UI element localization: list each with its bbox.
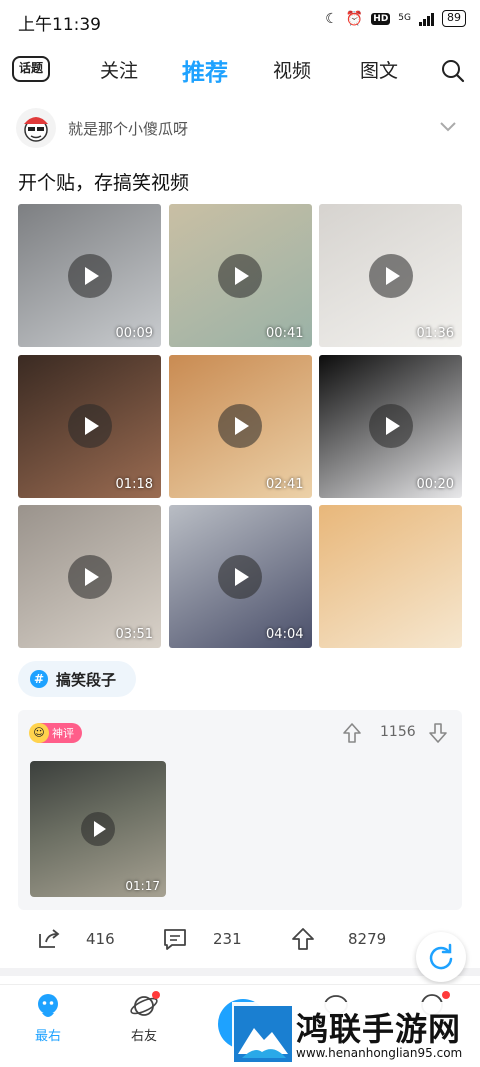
share-count: 416 [86,930,115,948]
smile-icon: ☺ [29,723,49,743]
play-icon[interactable] [218,253,262,298]
refresh-icon [429,943,453,970]
tab-follow[interactable]: 关注 [100,56,138,83]
play-icon[interactable] [67,554,112,599]
status-icons: ☾ ⏰ HD 5G 89 [325,10,466,27]
media-tile[interactable]: 01:18 [18,354,161,498]
media-tile[interactable]: 04:04 [168,505,312,648]
comment-video[interactable]: 01:17 [30,761,166,897]
post-header: 就是那个小傻瓜呀 [0,104,480,154]
media-tile[interactable]: 00:20 [319,354,462,498]
status-bar: 上午11:39 ☾ ⏰ HD 5G 89 [0,0,480,42]
god-comment-badge: ☺ 神评 [29,723,82,743]
media-tile[interactable]: 02:41 [168,354,312,498]
media-duration: 01:18 [115,476,153,492]
media-thumbnail [319,505,462,648]
bottom-tab-home[interactable]: 最右 [18,991,78,1051]
upvote-icon[interactable] [290,926,316,952]
play-icon[interactable] [218,404,262,448]
play-icon[interactable] [368,404,413,448]
home-mascot-icon [38,994,58,1017]
media-duration: 01:36 [416,326,454,341]
video-duration: 01:17 [125,879,160,893]
post-title[interactable]: 开个贴，存搞笑视频 [18,168,189,195]
media-duration: 03:51 [115,627,153,642]
tag-chip[interactable]: # 搞笑段子 [18,661,136,697]
comment-card[interactable]: ☺ 神评 1156 01:17 [18,710,462,910]
media-duration: 00:20 [416,476,454,492]
play-icon[interactable] [67,404,112,448]
bottom-tab-friends[interactable]: 右友 [114,991,174,1051]
search-icon[interactable] [440,58,466,84]
username[interactable]: 就是那个小傻瓜呀 [68,118,188,139]
media-grid: 00:09 00:41 01:36 01:18 02:41 00:20 03:51 04:04 [18,204,462,648]
topic-icon[interactable]: 话题 [12,56,50,82]
feed-divider [0,968,480,976]
tab-recommend[interactable]: 推荐 [182,53,228,87]
play-icon[interactable] [368,253,413,298]
watermark-title: 鸿联手游网 [296,1010,462,1048]
avatar[interactable] [16,108,56,148]
action-row: 416 231 8279 [0,918,480,962]
media-tile[interactable] [319,505,462,648]
media-tile[interactable]: 01:36 [319,204,462,347]
refresh-button[interactable] [416,932,466,982]
bottom-tab-home-label: 最右 [34,1029,61,1044]
signal-icon [419,12,434,26]
watermark-url: www.henanhonglian95.com [296,1046,463,1060]
hashtag-icon: # [30,670,48,688]
comment-icon[interactable] [162,926,188,952]
notification-dot [442,991,450,999]
play-icon[interactable] [67,253,112,298]
notification-dot [152,991,160,999]
downvote-icon[interactable] [428,722,448,744]
top-nav: 话题 关注 推荐 视频 图文 [0,46,480,94]
media-duration: 02:41 [266,476,304,492]
network-label: 5G [398,13,411,23]
status-time: 上午11:39 [18,15,101,35]
hd-badge: HD [371,12,391,25]
badge-label: 神评 [52,727,74,740]
battery-icon: 89 [442,10,466,27]
play-icon[interactable] [218,554,262,599]
share-icon[interactable] [36,926,62,952]
media-duration: 04:04 [266,627,304,642]
media-duration: 00:41 [266,326,304,341]
comment-count: 231 [213,930,242,948]
like-count: 8279 [348,930,387,948]
vote-count: 1156 [380,724,416,740]
media-tile[interactable]: 00:41 [168,204,312,347]
tag-label: 搞笑段子 [56,670,117,689]
media-tile[interactable]: 00:09 [18,204,161,347]
watermark: 鸿联手游网 www.henanhonglian95.com [232,1002,476,1064]
tab-video[interactable]: 视频 [273,56,311,83]
media-duration: 00:09 [115,326,153,341]
moon-icon: ☾ [325,10,338,27]
chevron-down-icon[interactable] [438,118,458,134]
avatar-icon [24,117,48,142]
upvote-icon[interactable] [342,722,362,744]
alarm-icon: ⏰ [345,10,364,27]
bottom-tab-friends-label: 右友 [130,1029,157,1044]
play-icon[interactable] [81,812,115,846]
watermark-logo [234,1006,292,1062]
media-tile[interactable]: 03:51 [18,505,161,648]
tab-image-text[interactable]: 图文 [360,56,398,83]
